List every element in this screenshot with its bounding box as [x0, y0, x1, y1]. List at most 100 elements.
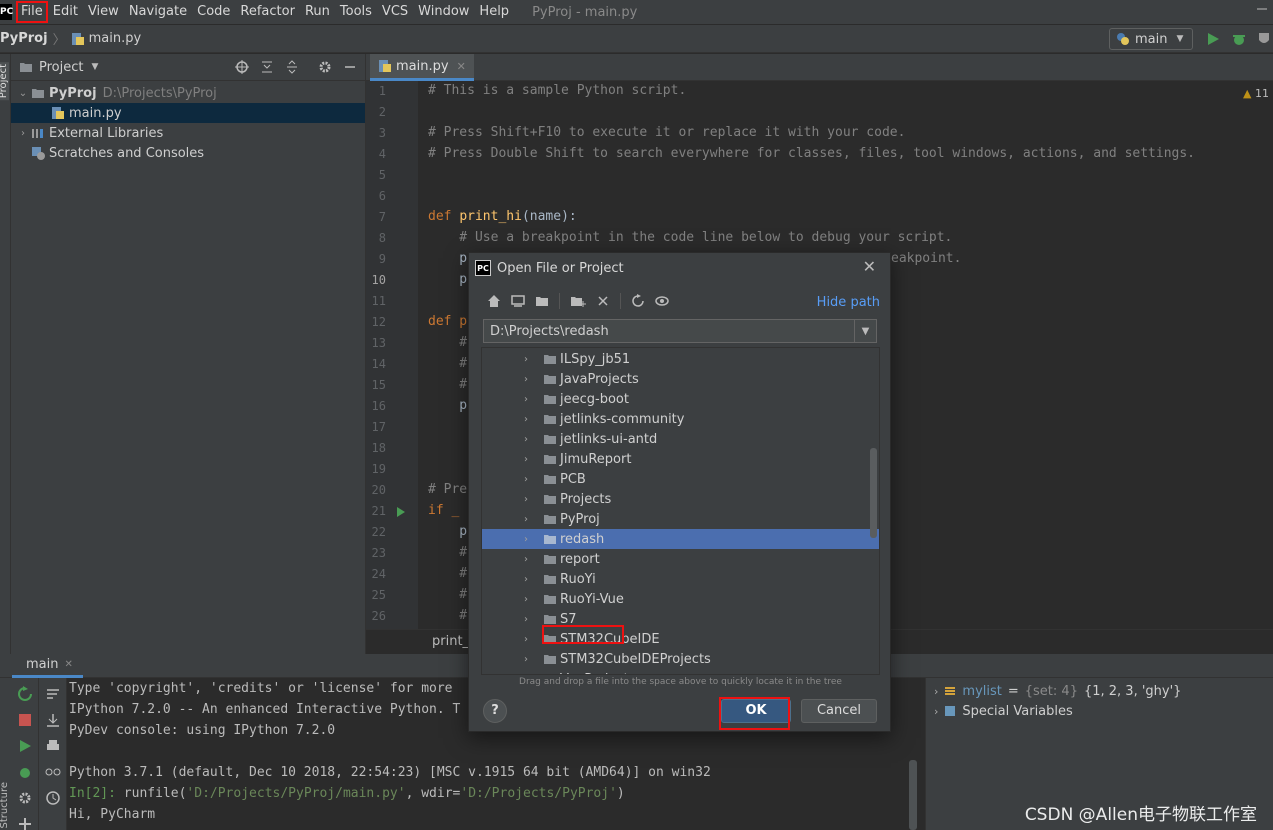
folder-row[interactable]: › PyProj [482, 509, 879, 529]
chevron-right-icon[interactable]: › [524, 634, 528, 645]
chevron-right-icon[interactable]: › [524, 554, 528, 565]
expand-all-icon[interactable] [260, 60, 274, 74]
folder-row[interactable]: › Projects [482, 489, 879, 509]
menu-help[interactable]: Help [474, 1, 514, 23]
project-folder-icon[interactable] [535, 294, 549, 308]
folder-row[interactable]: › jeecg-boot [482, 389, 879, 409]
menu-view[interactable]: View [83, 1, 124, 23]
chevron-right-icon[interactable]: › [524, 674, 528, 675]
chevron-right-icon[interactable]: › [524, 354, 528, 365]
menu-window[interactable]: Window [413, 1, 474, 23]
scroll-to-end-icon[interactable] [45, 712, 61, 728]
chevron-right-icon[interactable]: › [524, 614, 528, 625]
chevron-right-icon[interactable]: › [15, 128, 31, 139]
chevron-right-icon[interactable]: › [524, 414, 528, 425]
rerun-icon[interactable] [17, 686, 33, 702]
add-icon[interactable] [17, 816, 33, 830]
menu-edit[interactable]: Edit [48, 1, 83, 23]
chevron-right-icon[interactable]: › [524, 494, 528, 505]
menu-refactor[interactable]: Refactor [235, 1, 300, 23]
variable-row-mylist[interactable]: › mylist = {set: 4} {1, 2, 3, 'ghy'} [934, 681, 1181, 701]
folder-row[interactable]: › RuoYi-Vue [482, 589, 879, 609]
chevron-right-icon[interactable]: › [524, 374, 528, 385]
gear-icon[interactable] [17, 790, 33, 806]
coverage-icon[interactable] [1256, 31, 1272, 47]
chevron-right-icon[interactable]: › [524, 574, 528, 585]
history-icon[interactable] [45, 790, 61, 806]
tree-item-scratches[interactable]: Scratches and Consoles [11, 143, 365, 163]
menu-code[interactable]: Code [192, 1, 235, 23]
inspection-widget[interactable]: ▲ 11 [1243, 87, 1269, 100]
folder-row[interactable]: › VueProjects [482, 669, 879, 675]
tree-item-main-py[interactable]: main.py [11, 103, 365, 123]
stop-icon[interactable] [17, 712, 33, 728]
show-variables-icon[interactable] [45, 764, 61, 780]
refresh-icon[interactable] [631, 294, 645, 308]
breadcrumb-file[interactable]: main.py [89, 31, 142, 46]
project-panel-title[interactable]: Project [39, 60, 83, 75]
show-hidden-icon[interactable] [655, 294, 671, 308]
tab-console-main[interactable]: main ✕ [12, 654, 83, 678]
debug-icon[interactable] [17, 764, 33, 780]
menu-vcs[interactable]: VCS [377, 1, 413, 23]
locate-icon[interactable] [235, 60, 249, 74]
chevron-right-icon[interactable]: › [524, 534, 528, 545]
home-icon[interactable] [487, 294, 501, 308]
chevron-down-icon[interactable]: ▼ [91, 62, 98, 72]
console-scrollbar[interactable] [909, 760, 917, 830]
close-icon[interactable]: ✕ [863, 257, 876, 276]
collapse-all-icon[interactable] [285, 60, 299, 74]
tree-item-pyproj[interactable]: ⌄ PyProj D:\Projects\PyProj [11, 83, 365, 103]
folder-row[interactable]: › STM32CubeIDEProjects [482, 649, 879, 669]
run-gutter-icon[interactable] [396, 506, 406, 518]
menu-navigate[interactable]: Navigate [124, 1, 192, 23]
desktop-icon[interactable] [511, 294, 525, 308]
hide-path-link[interactable]: Hide path [817, 295, 880, 310]
variable-row-special[interactable]: › Special Variables [934, 701, 1073, 721]
chevron-right-icon[interactable]: › [524, 394, 528, 405]
folder-row[interactable]: › jetlinks-community [482, 409, 879, 429]
cancel-button[interactable]: Cancel [801, 699, 877, 723]
chevron-down-icon[interactable]: ▼ [854, 320, 876, 342]
print-icon[interactable] [45, 738, 61, 754]
folder-row[interactable]: › redash [482, 529, 879, 549]
chevron-right-icon[interactable]: › [524, 434, 528, 445]
gear-icon[interactable] [318, 60, 332, 74]
folder-row[interactable]: › JavaProjects [482, 369, 879, 389]
soft-wrap-icon[interactable] [45, 686, 61, 702]
chevron-right-icon[interactable]: › [934, 705, 938, 718]
menu-tools[interactable]: Tools [335, 1, 377, 23]
structure-tool-tab[interactable]: Structure [0, 782, 10, 829]
chevron-right-icon[interactable]: › [524, 654, 528, 665]
chevron-right-icon[interactable]: › [524, 474, 528, 485]
folder-row[interactable]: › ILSpy_jb51 [482, 349, 879, 369]
breadcrumb-project[interactable]: PyProj [0, 31, 48, 46]
tab-main-py[interactable]: main.py ✕ [370, 54, 474, 81]
help-button[interactable]: ? [483, 699, 507, 723]
delete-icon[interactable] [596, 294, 610, 308]
folder-tree[interactable]: › ILSpy_jb51 › JavaProjects › jeecg-boot › jetl… [481, 347, 880, 675]
tree-item-external-libraries[interactable]: › External Libraries [11, 123, 365, 143]
folder-row[interactable]: › RuoYi [482, 569, 879, 589]
folder-row[interactable]: › JimuReport [482, 449, 879, 469]
minimize-icon[interactable] [1253, 0, 1273, 24]
menu-run[interactable]: Run [300, 1, 335, 23]
close-icon[interactable]: ✕ [457, 60, 466, 73]
chevron-right-icon[interactable]: › [524, 594, 528, 605]
folder-row[interactable]: › jetlinks-ui-antd [482, 429, 879, 449]
chevron-right-icon[interactable]: › [934, 685, 938, 698]
folder-tree-scrollbar[interactable] [870, 448, 877, 538]
folder-row[interactable]: › PCB [482, 469, 879, 489]
folder-row[interactable]: › report [482, 549, 879, 569]
run-icon[interactable] [17, 738, 33, 754]
new-folder-icon[interactable] [570, 294, 586, 308]
chevron-right-icon[interactable]: › [524, 454, 528, 465]
chevron-right-icon[interactable]: › [524, 514, 528, 525]
close-icon[interactable]: ✕ [64, 659, 72, 670]
debug-icon[interactable] [1231, 31, 1247, 47]
path-input[interactable]: D:\Projects\redash ▼ [483, 319, 877, 343]
menu-file[interactable]: File [16, 1, 48, 23]
run-icon[interactable] [1206, 31, 1220, 47]
run-configuration-select[interactable]: main ▼ [1109, 28, 1193, 50]
hide-icon[interactable] [343, 60, 357, 74]
